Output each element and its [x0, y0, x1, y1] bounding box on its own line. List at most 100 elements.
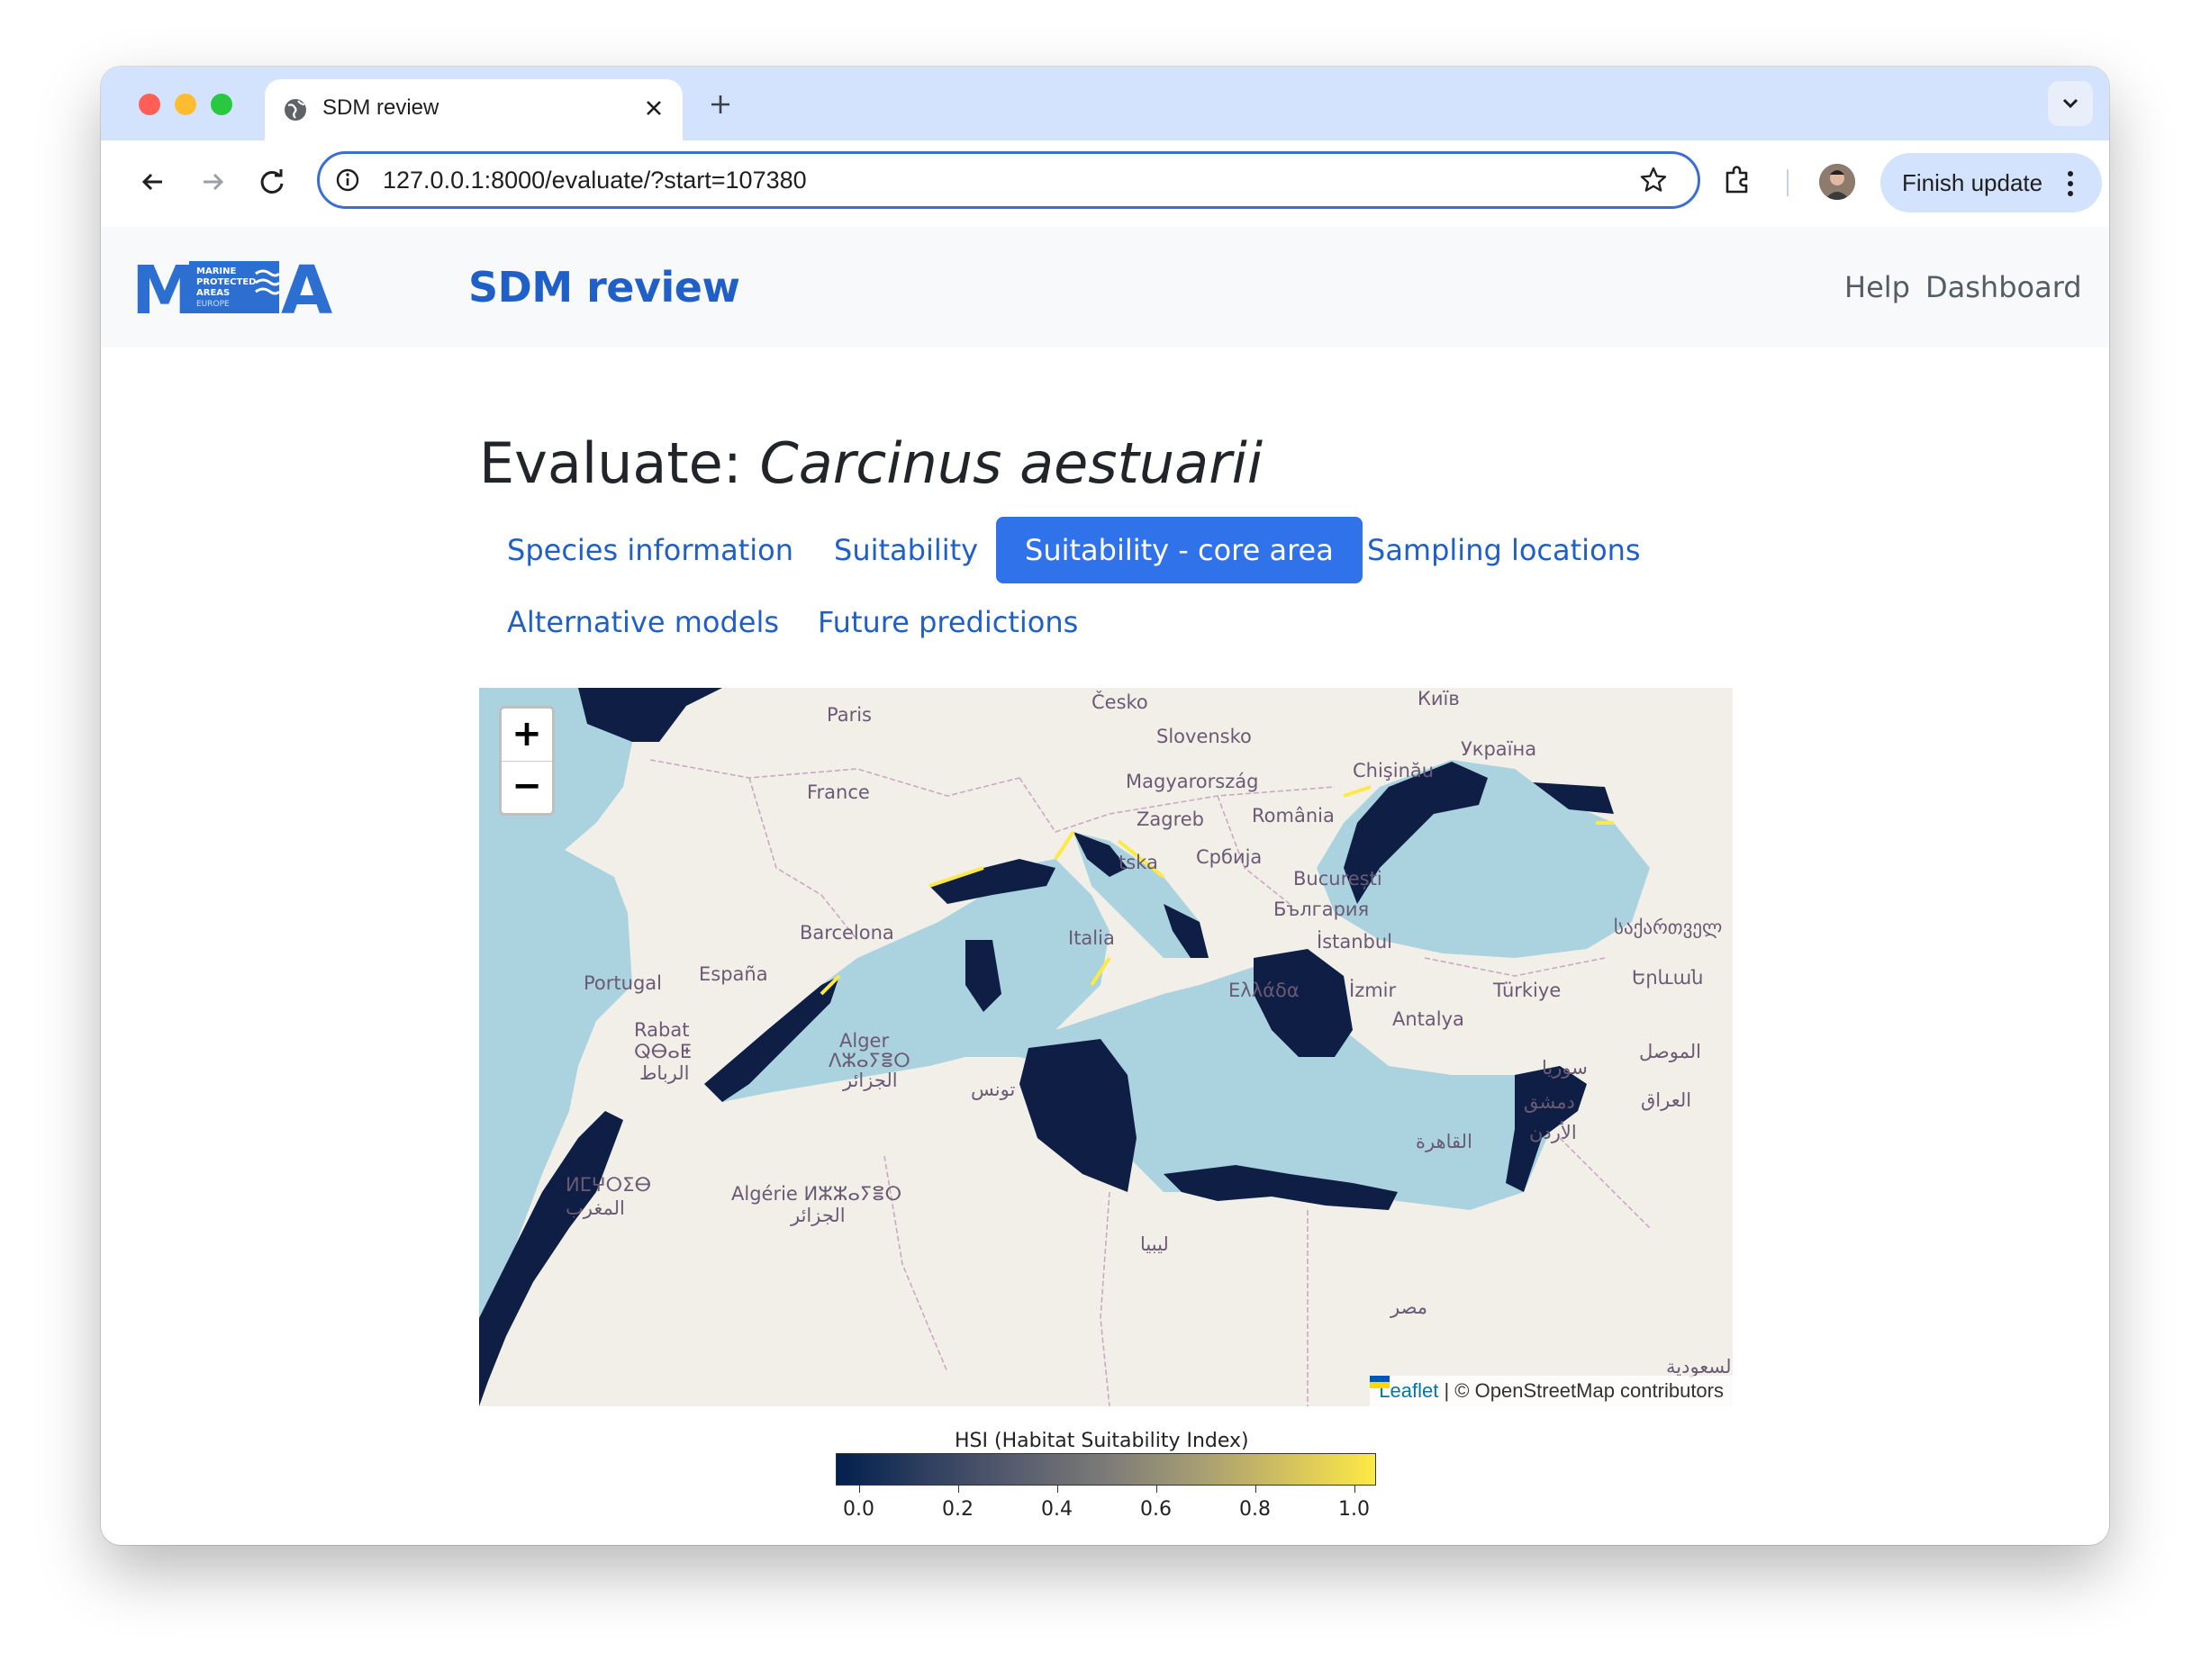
map-label-algerie: Algérie ⵍⵣⵣⴰⵢⴻⵔ	[731, 1183, 902, 1205]
map-label-turkiye: Türkiye	[1493, 980, 1562, 1001]
map-label-zagreb: Zagreb	[1137, 808, 1205, 830]
forward-arrow-icon[interactable]	[193, 162, 232, 202]
map-label-algerie-arabic: الجزائر	[791, 1205, 846, 1226]
nav-help-link[interactable]: Help	[1844, 270, 1910, 304]
suitability-map[interactable]: Paris France Česko Slovensko Київ Україн…	[479, 688, 1733, 1406]
chevron-down-icon	[2062, 98, 2079, 109]
map-label-chisinau: Chişinău	[1353, 760, 1435, 781]
close-window-button[interactable]	[139, 94, 160, 115]
map-label-rabat-arabic: الرباط	[639, 1062, 690, 1084]
map-label-morocco-tifinagh: ⵍⵎⵖⵔⵉⴱ	[566, 1174, 652, 1196]
map-label-istanbul: İstanbul	[1317, 931, 1393, 953]
ukraine-flag-icon	[1370, 1376, 1390, 1388]
maximize-window-button[interactable]	[211, 94, 232, 115]
map-label-bucuresti: București	[1293, 868, 1382, 890]
map-label-romania: România	[1252, 805, 1335, 826]
finish-update-button[interactable]: Finish update	[1880, 153, 2102, 212]
profile-avatar[interactable]	[1819, 164, 1855, 200]
legend-tick-label: 0.6	[1140, 1498, 1172, 1521]
mpa-logo[interactable]: M MARINE PROTECTED AREAS EUROPE A	[131, 252, 362, 330]
tab-strip: SDM review	[101, 67, 2109, 140]
tab-suitability[interactable]: Suitability	[834, 533, 978, 567]
legend-tick-label: 0.2	[942, 1498, 974, 1521]
legend-tick-label: 1.0	[1338, 1498, 1370, 1521]
map-label-libya: ليبيا	[1140, 1233, 1169, 1255]
browser-tab[interactable]: SDM review	[265, 79, 683, 140]
map-label-ukraina: Україна	[1461, 738, 1537, 760]
legend-tick	[1354, 1486, 1355, 1493]
back-arrow-icon[interactable]	[133, 162, 173, 202]
map-label-iraq: العراق	[1641, 1089, 1692, 1111]
svg-text:PROTECTED: PROTECTED	[196, 277, 256, 287]
legend-tick	[1255, 1486, 1256, 1493]
finish-update-label: Finish update	[1902, 169, 2043, 196]
map-label-slovensko: Slovensko	[1156, 726, 1252, 747]
legend-tick-label: 0.4	[1041, 1498, 1073, 1521]
map-label-syria: سوريا	[1542, 1057, 1588, 1079]
zoom-in-button[interactable]: +	[502, 709, 552, 762]
map-label-italia: Italia	[1068, 927, 1115, 949]
map-label-alger: Alger	[839, 1030, 890, 1052]
map-label-jordan: الأردن	[1529, 1122, 1577, 1143]
map-label-egypt: مصر	[1390, 1296, 1428, 1318]
new-tab-plus-icon[interactable]	[704, 88, 737, 121]
tab-species-information[interactable]: Species information	[507, 533, 793, 567]
tab-future-predictions[interactable]: Future predictions	[818, 605, 1078, 639]
tab-search-button[interactable]	[2048, 81, 2093, 126]
attribution-text: | © OpenStreetMap contributors	[1444, 1379, 1724, 1402]
map-label-portugal: Portugal	[584, 972, 662, 994]
zoom-control: + −	[499, 706, 555, 816]
bookmark-star-icon[interactable]	[1638, 165, 1669, 195]
reload-icon[interactable]	[252, 162, 292, 202]
legend-tick-label: 0.0	[843, 1498, 874, 1521]
svg-text:A: A	[281, 259, 332, 317]
legend-title: HSI (Habitat Suitability Index)	[955, 1430, 1249, 1452]
map-label-saudi: السعودية	[1666, 1356, 1733, 1377]
close-icon[interactable]	[638, 92, 670, 124]
tab-suitability-core-area[interactable]: Suitability - core area	[996, 517, 1363, 583]
map-label-rabat-tifinagh: ⵕⴱⴰⵟ	[634, 1041, 692, 1062]
map-label-hrvatska: tska	[1119, 852, 1158, 873]
browser-window: SDM review 127.0.0.1:8000/evaluate/?star…	[101, 67, 2109, 1545]
site-navbar: M MARINE PROTECTED AREAS EUROPE A SDM re…	[101, 227, 2109, 348]
more-vertical-icon[interactable]	[2066, 169, 2075, 198]
map-label-yerevan: Երևան	[1632, 967, 1704, 989]
map-attribution: Leaflet | © OpenStreetMap contributors	[1370, 1376, 1733, 1406]
legend-tick	[1057, 1486, 1058, 1493]
globe-icon	[285, 99, 306, 121]
map-label-cesko: Česko	[1091, 691, 1148, 713]
zoom-out-button[interactable]: −	[502, 761, 552, 813]
map-label-alger-arabic: الجزائر	[843, 1070, 898, 1091]
toolbar-separator	[1787, 169, 1789, 196]
map-label-morocco-arabic: المغرب	[566, 1197, 625, 1219]
map-label-damascus: دمشق	[1524, 1091, 1575, 1113]
species-name: Carcinus aestuarii	[759, 430, 1264, 496]
address-bar[interactable]: 127.0.0.1:8000/evaluate/?start=107380	[317, 151, 1700, 209]
map-label-ellada: Ελλάδα	[1228, 980, 1300, 1001]
svg-text:MARINE: MARINE	[196, 266, 236, 276]
page-title: Evaluate: Carcinus aestuarii	[479, 430, 1263, 496]
map-label-tunis: تونس	[971, 1079, 1016, 1100]
tab-alternative-models[interactable]: Alternative models	[507, 605, 779, 639]
map-label-kyiv: Київ	[1417, 688, 1460, 709]
brand-title[interactable]: SDM review	[468, 263, 740, 312]
map-label-srbija: Србија	[1196, 846, 1263, 868]
browser-toolbar: 127.0.0.1:8000/evaluate/?start=107380 Fi…	[101, 140, 2109, 227]
map-label-izmir: İzmir	[1349, 980, 1397, 1001]
extensions-puzzle-icon[interactable]	[1718, 160, 1758, 200]
legend-tick	[1156, 1486, 1157, 1493]
url-text[interactable]: 127.0.0.1:8000/evaluate/?start=107380	[383, 167, 807, 194]
map-label-paris: Paris	[827, 704, 872, 726]
legend-tick	[958, 1486, 959, 1493]
map-label-cairo: القاهرة	[1416, 1131, 1472, 1152]
minimize-window-button[interactable]	[175, 94, 196, 115]
map-label-alger-tifinagh: ⴷⵣⴰⵢⴻⵔ	[829, 1050, 910, 1071]
tab-sampling-locations[interactable]: Sampling locations	[1367, 533, 1641, 567]
legend-colorbar	[836, 1453, 1376, 1486]
site-info-icon[interactable]	[334, 167, 361, 194]
map-label-espana: España	[699, 963, 768, 985]
svg-text:AREAS: AREAS	[196, 288, 230, 298]
nav-dashboard-link[interactable]: Dashboard	[1925, 270, 2082, 304]
map-label-antalya: Antalya	[1392, 1008, 1464, 1030]
map-label-mosul: الموصل	[1639, 1041, 1701, 1062]
